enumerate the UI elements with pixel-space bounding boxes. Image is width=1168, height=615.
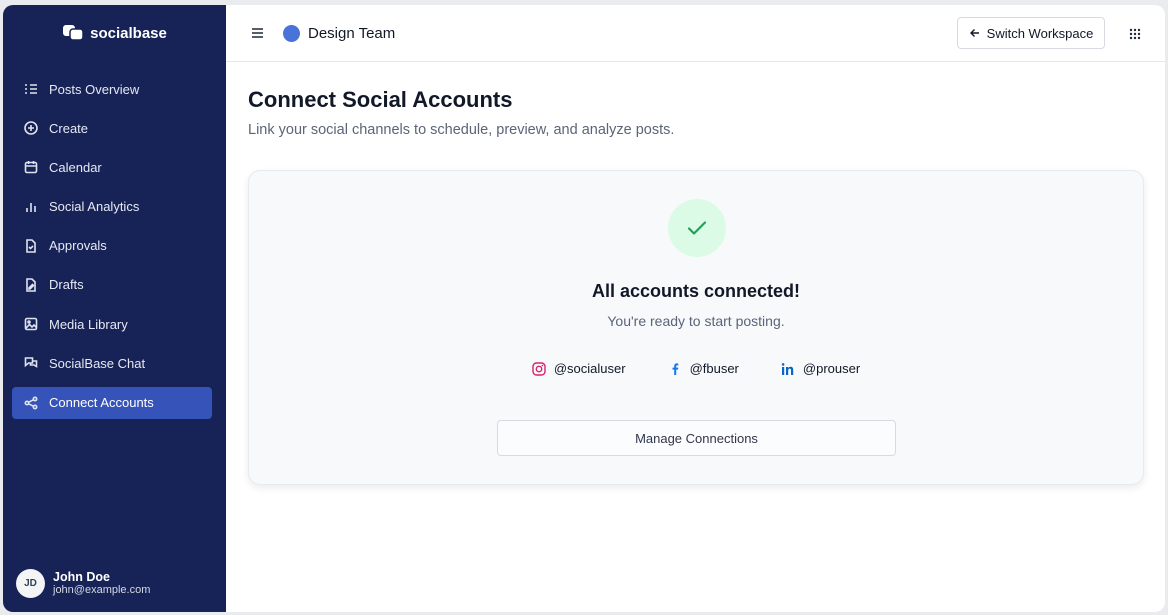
calendar-icon xyxy=(24,161,38,174)
sidebar-item-calendar[interactable]: Calendar xyxy=(12,151,212,183)
account-facebook[interactable]: @fbuser xyxy=(668,361,739,376)
topbar: Design Team Switch Workspace xyxy=(226,5,1165,62)
sidebar-item-label: Connect Accounts xyxy=(49,395,154,410)
sidebar-item-label: Calendar xyxy=(49,159,102,175)
plus-circle-icon xyxy=(24,121,38,135)
sidebar-item-label: Posts Overview xyxy=(49,81,140,97)
list-icon xyxy=(25,84,37,94)
sidebar-item-label: Media Library xyxy=(49,316,128,332)
success-badge xyxy=(668,199,726,257)
sidebar-nav: Posts Overview Create Calendar Social An… xyxy=(12,73,212,426)
file-edit-icon xyxy=(26,278,36,292)
team-color-dot xyxy=(283,25,300,42)
account-linkedin[interactable]: @prouser xyxy=(781,361,860,376)
team-name[interactable]: Design Team xyxy=(308,25,395,42)
page-subtitle: Link your social channels to schedule, p… xyxy=(248,122,675,138)
sidebar-item-label: SocialBase Chat xyxy=(49,355,146,371)
linkedin-icon xyxy=(781,362,794,375)
user-email: john@example.com xyxy=(53,584,151,597)
manage-connections-button[interactable]: Manage Connections xyxy=(497,420,896,456)
file-check-icon xyxy=(26,238,36,253)
sidebar-item-media-library[interactable]: Media Library xyxy=(12,308,212,340)
brand[interactable]: socialbase xyxy=(3,5,226,61)
chat-icon xyxy=(24,357,38,369)
apps-grid-icon[interactable] xyxy=(1129,28,1141,40)
sidebar-item-social-analytics[interactable]: Social Analytics xyxy=(12,191,212,223)
account-handle: @socialuser xyxy=(553,361,626,376)
account-handle: @fbuser xyxy=(689,361,739,376)
sidebar-item-connect-accounts[interactable]: Connect Accounts xyxy=(12,386,212,419)
card-title: All accounts connected! xyxy=(591,281,801,301)
sidebar-item-approvals[interactable]: Approvals xyxy=(12,230,212,262)
hamburger-menu-icon[interactable] xyxy=(251,27,264,39)
sidebar-item-label: Create xyxy=(49,120,89,136)
switch-workspace-label: Switch Workspace xyxy=(986,25,1094,41)
user-profile[interactable]: JD John Doe john@example.com xyxy=(16,569,150,598)
facebook-icon xyxy=(672,362,678,375)
bar-chart-icon xyxy=(26,202,36,212)
page-title: Connect Social Accounts xyxy=(248,87,513,112)
sidebar-item-posts-overview[interactable]: Posts Overview xyxy=(12,73,212,105)
sidebar-item-drafts[interactable]: Drafts xyxy=(12,269,212,301)
main-content: Design Team Switch Workspace Connect Soc… xyxy=(226,5,1165,612)
checkmark-icon xyxy=(687,221,707,235)
image-icon xyxy=(24,317,38,331)
user-name: John Doe xyxy=(53,569,110,584)
sidebar-item-create[interactable]: Create xyxy=(12,112,212,144)
share-icon xyxy=(24,395,38,410)
arrow-left-icon xyxy=(969,29,979,37)
card-subtitle: You're ready to start posting. xyxy=(607,313,785,329)
connection-status-card: All accounts connected! You're ready to … xyxy=(248,170,1144,485)
app-window: socialbase Posts Overview Create Calenda… xyxy=(3,5,1165,612)
account-instagram[interactable]: @socialuser xyxy=(532,361,626,376)
sidebar-item-label: Approvals xyxy=(49,238,107,254)
sidebar: socialbase Posts Overview Create Calenda… xyxy=(3,5,226,612)
sidebar-item-socialbase-chat[interactable]: SocialBase Chat xyxy=(12,347,212,379)
connected-accounts-list: @socialuser @fbuser @prouser xyxy=(249,361,1143,376)
avatar: JD xyxy=(16,569,45,598)
sidebar-item-label: Social Analytics xyxy=(49,199,140,215)
socialbase-logo-icon xyxy=(63,25,84,41)
sidebar-item-label: Drafts xyxy=(49,277,84,293)
switch-workspace-button[interactable]: Switch Workspace xyxy=(957,17,1105,49)
brand-name: socialbase xyxy=(90,24,167,42)
account-handle: @prouser xyxy=(802,361,861,376)
instagram-icon xyxy=(532,361,546,376)
